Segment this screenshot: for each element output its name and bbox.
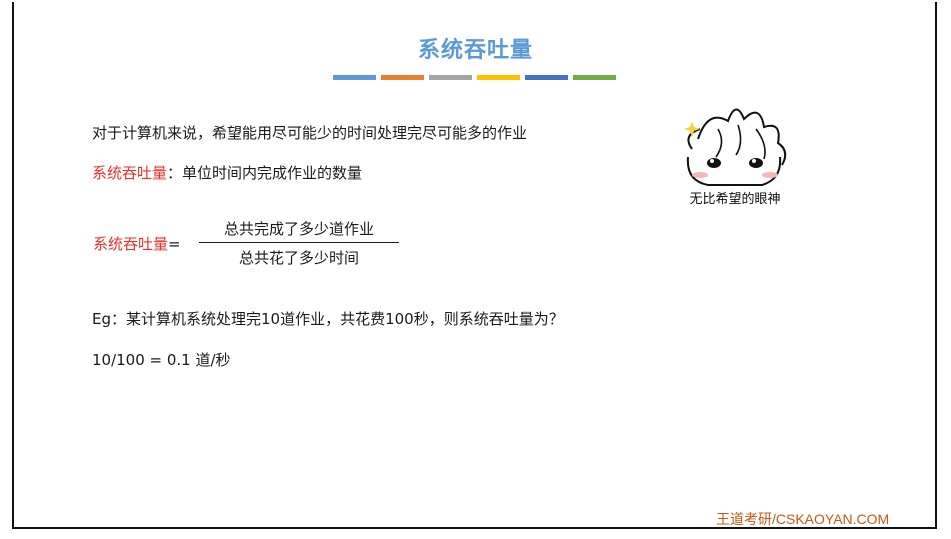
- example-answer: 10/100 = 0.1 道/秒: [92, 351, 231, 369]
- definition-text: ：单位时间内完成作业的数量: [167, 164, 363, 182]
- slide-title: 系统吞吐量: [417, 38, 533, 63]
- formula-denominator: 总共花了多少时间: [238, 249, 359, 267]
- slide-frame: [12, 2, 937, 529]
- title-bar-segment: [333, 75, 376, 80]
- title-underline-bar: [333, 75, 616, 80]
- formula-fraction: 总共完成了多少道作业 总共花了多少时间: [199, 218, 399, 268]
- title-bar-segment: [573, 75, 616, 80]
- definition-term: 系统吞吐量: [92, 164, 168, 182]
- title-bar-segment: [477, 75, 520, 80]
- footer-watermark: 王道考研/CSKAOYAN.COM: [716, 511, 890, 527]
- formula-term: 系统吞吐量: [93, 235, 169, 253]
- title-bar-segment: [525, 75, 568, 80]
- formula-numerator: 总共完成了多少道作业: [199, 218, 399, 243]
- title-bar-segment: [429, 75, 472, 80]
- example-question: Eg：某计算机系统处理完10道作业，共花费100秒，则系统吞吐量为？: [92, 310, 564, 328]
- intro-text: 对于计算机来说，希望能用尽可能少的时间处理完尽可能多的作业: [92, 124, 528, 142]
- formula-label: 系统吞吐量=: [93, 233, 181, 254]
- formula-equals: =: [168, 235, 181, 253]
- definition-line: 系统吞吐量：单位时间内完成作业的数量: [92, 162, 362, 183]
- meme-caption: 无比希望的眼神: [689, 192, 781, 207]
- title-bar-segment: [381, 75, 424, 80]
